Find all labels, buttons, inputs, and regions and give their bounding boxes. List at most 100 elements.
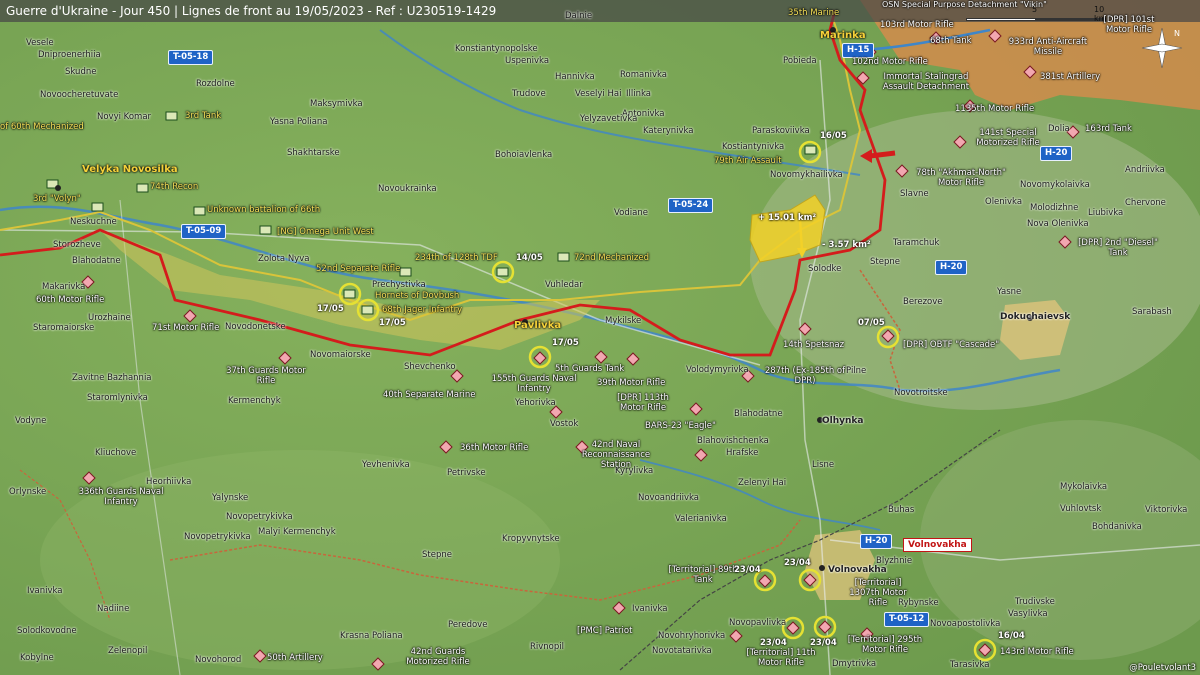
town-dokuchaievsk: Dokuchaievsk xyxy=(1000,312,1071,322)
ru-unit-label: 163rd Tank xyxy=(1085,124,1132,134)
village-label: Novoukrainka xyxy=(378,184,437,194)
village-label: Romanivka xyxy=(620,70,667,80)
date-label: 17/05 xyxy=(317,304,344,314)
ru-unit-label: [DPR] 2nd "Diesel" Tank xyxy=(1078,238,1158,258)
date-label: 23/04 xyxy=(734,565,761,575)
village-label: Yalynske xyxy=(212,493,249,503)
village-label: Andriivka xyxy=(1125,165,1165,175)
village-label: Uspenivka xyxy=(505,56,550,66)
village-label: Maksymivka xyxy=(310,99,363,109)
ru-unit-label: OSN Special Purpose Detachment "Vikin" xyxy=(882,0,1047,9)
village-label: Zelenopil xyxy=(108,646,148,656)
village-label: Blahodatne xyxy=(734,409,783,419)
ru-unit-label: 102nd Motor Rifle xyxy=(852,57,928,67)
ru-unit-label: 37th Guards Motor Rifle xyxy=(226,366,306,386)
date-label: 23/04 xyxy=(784,558,811,568)
village-label: Buhas xyxy=(888,505,915,515)
date-label: 14/05 xyxy=(516,253,543,263)
road-sign-t0524: T-05-24 xyxy=(668,198,714,213)
village-label: Dniproenerhiia xyxy=(38,50,101,60)
village-label: Veselyi Hai xyxy=(575,89,622,99)
village-label: Taramchuk xyxy=(893,238,940,248)
town-volnovakha: Volnovakha xyxy=(828,565,887,575)
village-label: Storozheve xyxy=(53,240,101,250)
village-label: Berezove xyxy=(903,297,943,307)
village-label: Yasne xyxy=(997,287,1022,297)
village-label: Novyi Komar xyxy=(97,112,152,122)
date-label: 07/05 xyxy=(858,318,885,328)
ua-unit-label: 3rd Tank xyxy=(185,111,222,121)
village-label: Mykolaivka xyxy=(1060,482,1108,492)
village-label: Katerynivka xyxy=(643,126,694,136)
village-label: Novoandriivka xyxy=(638,493,700,503)
ru-unit-label: [DPR] OBTF "Cascade" xyxy=(903,340,1000,350)
ru-unit-label: 336th Guards Naval Infantry xyxy=(78,487,164,507)
attack-arrow xyxy=(869,150,896,159)
village-label: Kropyvnytske xyxy=(502,534,560,544)
village-label: Vodyne xyxy=(15,416,47,426)
ua-unit-label: Unknown battalion of 66th xyxy=(207,205,321,215)
village-label: Heorhiivka xyxy=(146,477,192,487)
village-label: Rozdolne xyxy=(196,79,235,89)
village-label: Liubivka xyxy=(1088,208,1124,218)
village-label: Nadiine xyxy=(97,604,130,614)
road-sign-t0509: T-05-09 xyxy=(181,224,227,239)
village-label: Slavne xyxy=(900,189,929,199)
village-label: Dalnie xyxy=(565,11,593,21)
ua-unit-label: [NG] Omega Unit West xyxy=(277,227,374,237)
loss-area-label: - 3.57 km² xyxy=(822,240,871,250)
ru-unit-label: [DPR] 113th Motor Rifle xyxy=(617,393,669,413)
ua-unit-label: 74th Recon xyxy=(150,182,199,192)
village-label: Konstiantynopolske xyxy=(455,44,538,54)
village-label: Valerianivka xyxy=(675,514,727,524)
ru-unit-label: [Territorial] 11th Motor Rifle xyxy=(746,648,816,668)
village-label: Vesele xyxy=(26,38,54,48)
ru-unit-label: 14th Spetsnaz xyxy=(783,340,845,350)
village-label: Sarabash xyxy=(1132,307,1172,317)
village-label: Tarasivka xyxy=(950,660,990,670)
road-sign-h20-south: H-20 xyxy=(860,534,893,549)
ua-unit-label: 52nd Separate Rifle xyxy=(316,264,401,274)
village-label: Malyi Kermenchyk xyxy=(258,527,336,537)
ru-unit-label: 141st Special Motorized Rifle xyxy=(976,128,1040,148)
village-label: Solodke xyxy=(808,264,842,274)
ru-unit-label: [Territorial] 1307th Motor Rifle xyxy=(849,578,907,608)
village-label: Novotatarivka xyxy=(652,646,712,656)
village-label: Blahovishchenka xyxy=(697,436,769,446)
village-label: Novotroitske xyxy=(894,388,948,398)
village-label: Kliuchove xyxy=(95,448,137,458)
ru-unit-label: 36th Motor Rifle xyxy=(460,443,529,453)
village-label: Vasylivka xyxy=(1008,609,1048,619)
ru-unit-label: 78th "Akhmat-North" Motor Rifle xyxy=(916,168,1006,188)
village-label: Nova Olenivka xyxy=(1027,219,1089,229)
village-label: Chervone xyxy=(1125,198,1166,208)
village-label: Paraskoviivka xyxy=(752,126,810,136)
ru-unit-label: 143rd Motor Rifle xyxy=(1000,647,1074,657)
ru-unit-label: 5th Guards Tank xyxy=(555,364,625,374)
village-label: Staromlynivka xyxy=(87,393,148,403)
village-label: Dolia xyxy=(1048,124,1070,134)
ua-unit-label: 72nd Mechanized xyxy=(574,253,649,263)
date-label: 17/05 xyxy=(552,338,579,348)
terrain-map[interactable] xyxy=(0,0,1200,675)
village-label: Bohoiavlenka xyxy=(495,150,553,160)
ua-unit-label: 234th of 128th TDF xyxy=(415,253,498,263)
road-sign-t0518: T-05-18 xyxy=(168,50,214,65)
ua-unit-label: Hornets of Dovbush xyxy=(375,291,460,301)
village-label: Blahodatne xyxy=(72,256,121,266)
village-label: Volodymyrivka xyxy=(686,365,749,375)
volnovakha-callout: Volnovakha xyxy=(903,538,972,552)
ru-unit-label: [Territorial] 89th Tank xyxy=(668,565,738,585)
ru-unit-label: 155th Guards Naval Infantry xyxy=(491,374,577,394)
road-sign-h20-mid: H-20 xyxy=(935,260,968,275)
village-label: Urozhaine xyxy=(88,313,131,323)
village-label: Neskuchne xyxy=(70,217,117,227)
road-sign-t0512: T-05-12 xyxy=(884,612,930,627)
village-label: Ivanivka xyxy=(632,604,668,614)
ru-unit-label: 287th (Ex-185th of DPR) xyxy=(764,366,846,386)
ua-unit-label: 68th Jager Infantry xyxy=(382,305,463,315)
village-label: Novopetrykivka xyxy=(184,532,251,542)
village-label: Lisne xyxy=(812,460,835,470)
village-label: Illinka xyxy=(626,89,651,99)
ru-unit-label: 50th Artillery xyxy=(267,653,323,663)
